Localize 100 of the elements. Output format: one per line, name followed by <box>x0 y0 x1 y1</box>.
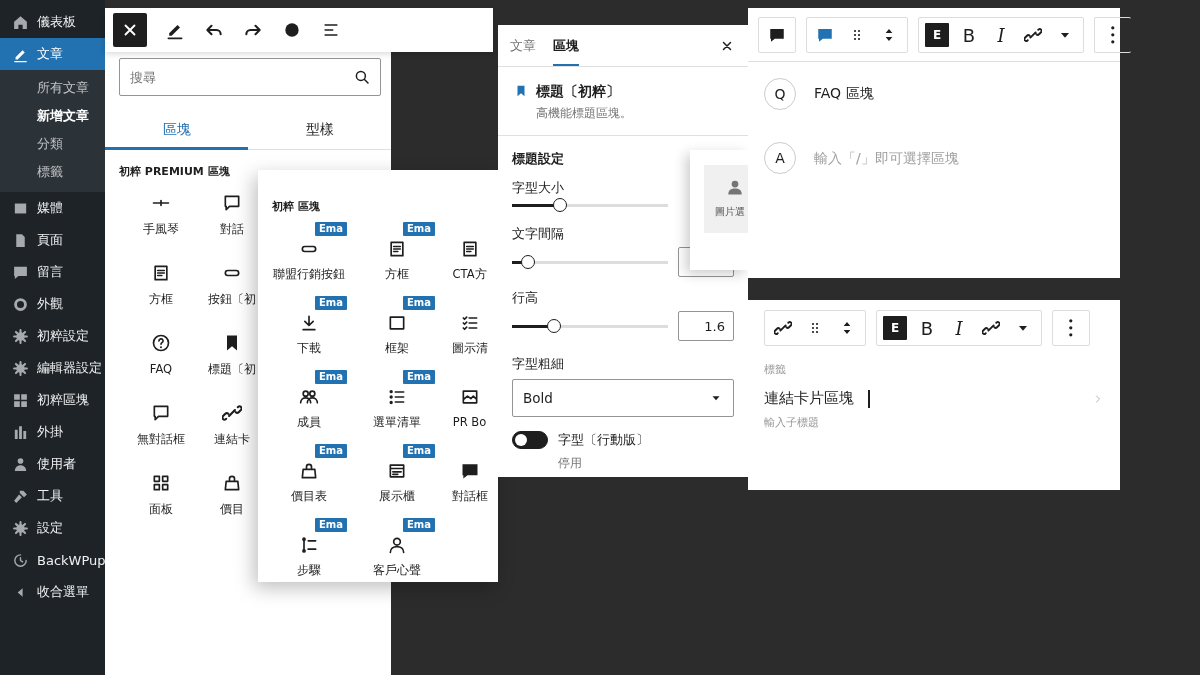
block-item[interactable]: 圖示清 <box>441 294 498 368</box>
bar-chart-icon <box>12 423 29 441</box>
slider[interactable] <box>512 318 668 334</box>
document-icon <box>387 239 407 259</box>
image-placeholder[interactable]: 圖片選 <box>704 165 748 233</box>
block-item[interactable]: 標題〔初 <box>203 329 261 399</box>
tab[interactable]: 文章 <box>510 25 536 66</box>
sidebar-item[interactable]: 外觀 <box>0 288 105 320</box>
answer-field[interactable]: 輸入「/」即可選擇區塊 <box>814 150 1074 166</box>
sidebar-item[interactable]: 收合選單 <box>0 576 105 608</box>
block-item[interactable]: 面板 <box>119 469 203 539</box>
block-item[interactable]: FAQ <box>119 329 203 399</box>
format-button[interactable]: B <box>911 312 943 344</box>
block-item[interactable]: Ema 方框 <box>353 220 441 294</box>
sidebar-item[interactable]: 編輯器設定 <box>0 352 105 384</box>
chain-link-icon <box>774 319 792 337</box>
submenu-item[interactable]: 新增文章 <box>0 102 105 130</box>
sidebar-item[interactable]: 使用者 <box>0 448 105 480</box>
tab[interactable]: 型樣 <box>248 110 391 150</box>
block-item[interactable]: PR Bo <box>441 368 498 442</box>
block-item[interactable]: 價目 <box>203 469 261 539</box>
sidebar-item[interactable]: 儀表板 <box>0 6 105 38</box>
format-button[interactable]: E <box>883 316 907 340</box>
search-field[interactable]: 搜尋 <box>119 58 381 96</box>
sidebar-item[interactable]: 文章 <box>0 38 105 70</box>
gear-icon <box>12 359 29 377</box>
badge: Ema <box>403 222 435 236</box>
close-button[interactable] <box>113 13 147 47</box>
sidebar-item[interactable]: 頁面 <box>0 224 105 256</box>
badge: Ema <box>315 222 347 236</box>
badge: Ema <box>403 296 435 310</box>
chain-link-icon <box>222 403 242 423</box>
vertical-dots-icon <box>1111 26 1115 44</box>
block-item[interactable]: Ema 步驟 <box>265 516 353 582</box>
slider-thumb[interactable] <box>520 255 535 269</box>
speech-bubble-outline-icon <box>222 193 242 213</box>
text-cursor <box>868 389 870 408</box>
section-title: 初粹 區塊 <box>272 199 321 214</box>
block-item[interactable]: Ema 選單清單 <box>353 368 441 442</box>
gear-icon <box>12 327 29 345</box>
sidebar-item[interactable]: 外掛 <box>0 416 105 448</box>
sidebar-item[interactable]: 初粹區塊 <box>0 384 105 416</box>
search-icon <box>353 68 371 86</box>
gear-icon <box>12 519 29 537</box>
badge: Ema <box>403 444 435 458</box>
tab[interactable]: 區塊 <box>553 25 579 66</box>
block-item[interactable]: 連結卡 <box>203 399 261 469</box>
format-button[interactable]: I <box>943 312 975 344</box>
block-item[interactable]: 無對話框 <box>119 399 203 469</box>
block-item[interactable]: Ema 價目表 <box>265 442 353 516</box>
toggle-label: 字型〔行動版〕 <box>558 431 649 449</box>
slider-thumb[interactable] <box>553 198 568 212</box>
block-item[interactable]: 對話框 <box>441 442 498 516</box>
block-item[interactable]: 按鈕〔初 <box>203 259 261 329</box>
control-label: 字型大小 <box>512 179 565 197</box>
block-item[interactable]: Ema 框架 <box>353 294 441 368</box>
submenu-item[interactable]: 標籤 <box>0 158 105 186</box>
format-button[interactable]: B <box>953 19 985 51</box>
sidebar-item[interactable]: 留言 <box>0 256 105 288</box>
card-title[interactable]: 連結卡片區塊 <box>764 389 854 408</box>
speech-bubble-outline-icon <box>151 403 171 423</box>
block-item[interactable]: 方框 <box>119 259 203 329</box>
tab[interactable]: 區塊 <box>105 110 248 150</box>
filled-circle-icon <box>282 20 302 40</box>
block-item[interactable]: Ema 下載 <box>265 294 353 368</box>
speech-bubble-icon <box>816 26 834 44</box>
block-item[interactable]: 對話 <box>203 189 261 259</box>
slider[interactable] <box>512 197 668 213</box>
block-item[interactable]: Ema 聯盟行銷按鈕 <box>265 220 353 294</box>
format-button[interactable]: I <box>985 19 1017 51</box>
person-outline-icon <box>387 535 407 555</box>
slider[interactable] <box>512 254 668 270</box>
dropdown[interactable]: Bold <box>512 379 734 417</box>
badge: Ema <box>315 296 347 310</box>
download-arrow-icon <box>299 313 319 333</box>
document-icon <box>151 263 171 283</box>
clock-icon <box>12 551 29 569</box>
format-button[interactable]: E <box>925 23 949 47</box>
control-label: 文字間隔 <box>512 225 565 243</box>
steps-list-icon <box>299 535 319 555</box>
sidebar-item[interactable]: 媒體 <box>0 192 105 224</box>
toggle-switch[interactable] <box>512 431 548 449</box>
slider-thumb[interactable] <box>547 319 562 333</box>
section-title: 初粹 PREMIUM 區塊 <box>119 164 231 179</box>
block-item[interactable]: 手風琴 <box>119 189 203 259</box>
submenu-item[interactable]: 所有文章 <box>0 74 105 102</box>
sidebar-item[interactable]: 設定 <box>0 512 105 544</box>
block-item[interactable]: Ema 客戶心聲 <box>353 516 441 582</box>
sidebar-item[interactable]: 初粹設定 <box>0 320 105 352</box>
block-item[interactable]: Ema 展示櫃 <box>353 442 441 516</box>
subtitle-field[interactable]: 輸入子標題 <box>764 416 964 429</box>
sidebar-item[interactable]: 工具 <box>0 480 105 512</box>
submenu-item[interactable]: 分類 <box>0 130 105 158</box>
sidebar-item[interactable]: BackWPup <box>0 544 105 576</box>
toggle-status: 停用 <box>557 455 583 472</box>
number-field[interactable]: 1.6 <box>678 311 734 341</box>
block-item[interactable]: Ema 成員 <box>265 368 353 442</box>
question-mark-circle-icon <box>151 333 171 353</box>
question-text[interactable]: FAQ 區塊 <box>814 85 874 103</box>
block-item[interactable]: CTA方 <box>441 220 498 294</box>
